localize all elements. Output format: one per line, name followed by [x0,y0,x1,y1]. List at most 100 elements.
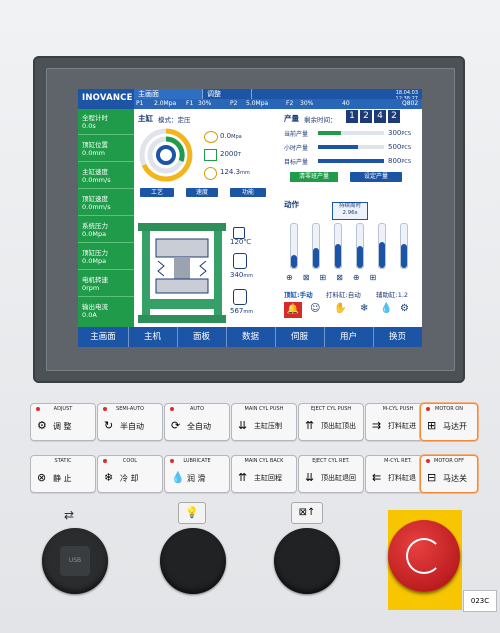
p2-label: P2 [230,100,238,107]
p1-value: 2.0Mpa [154,100,177,107]
clear-shift-output-button[interactable]: 清零班产量 [290,172,338,182]
static-icon: ⊗ [37,471,47,484]
eject-cyl-push-icon: ⇈ [305,419,315,432]
oil-drop-icon: 💧 [171,471,185,484]
status-eject-speed: 顶缸速度 0.0mm/s [78,190,134,216]
current-output-bar-fill [318,131,342,135]
main-cyl-mode: 模式：定压 [158,116,191,124]
status-total-time: 全程计时 0.0s [78,109,134,135]
eject-mode-button[interactable] [274,528,340,594]
key-caption: SEMI-AUTO [116,406,144,412]
action-bar [334,223,342,269]
nav-servo[interactable]: 伺服 [275,327,325,347]
gear-icon: ⚙ [37,419,47,432]
nav-data[interactable]: 数据 [226,327,276,347]
motor-off-icon: ⊟ [427,471,437,484]
status-main-speed: 主缸速度 0.0mm/s [78,163,134,189]
semi-auto-key[interactable]: SEMI-AUTO ↻ 半自动 [97,403,163,441]
action-bar [290,223,298,269]
gauge-pressure: 0.0Mpa [220,132,242,140]
key-label: 润 滑 [187,474,206,483]
tab-main-screen[interactable]: 主画面 [134,89,203,99]
oil-drop-status-icon[interactable]: 💧 [380,303,392,314]
alarm-bell-icon[interactable]: 🔔 [284,302,302,318]
target-output-bar [318,159,384,163]
nav-main-screen[interactable]: 主画面 [78,327,129,347]
action-bar-fill [357,246,363,268]
nav-next-page[interactable]: 换页 [373,327,422,347]
action-bar-fill [335,243,341,268]
action-bar-fill [313,248,319,268]
position-icon [204,167,217,180]
static-key[interactable]: STATIC ⊗ 静 止 [30,455,96,493]
key-caption: MAIN CYL BACK [244,458,284,464]
process-button[interactable]: 工艺 [140,188,174,197]
hand-icon[interactable]: ✋ [334,303,346,314]
eject-cyl-push-key[interactable]: EJECT CYL PUSH ⇈ 顶出缸顶出 [298,403,364,441]
key-caption: AUTO [189,406,205,412]
gauge-rings-icon [139,128,193,182]
function-button[interactable]: 功能 [230,188,266,197]
key-label: 马达关 [443,474,467,483]
digit-3: 4 [374,110,386,123]
main-cyl-push-key[interactable]: MAIN CYL PUSH ⇊ 主缸压制 [231,403,297,441]
auto-cycle-icon: ⟳ [171,419,181,432]
main-cyl-title: 主缸 [138,114,153,123]
key-label: 全自动 [187,422,211,431]
parameter-row: P1 2.0Mpa F1 30% P2 5.0Mpa F2 30% 40 Q80… [134,99,422,109]
tab-label: 调整 [207,90,221,98]
key-caption: LUBRICATE [183,458,211,464]
key-label: 半自动 [120,422,144,431]
f2-label: F2 [286,100,294,107]
main-cyl-back-key[interactable]: MAIN CYL BACK ⇈ 主缸回程 [231,455,297,493]
production-title: 产量 [284,114,299,123]
action-icons-row: ⊕⊠⊞⊠⊕⊞ [286,273,387,282]
motor-on-key[interactable]: MOTOR ON ⊞ 马达开 [420,403,478,441]
snowflake-status-icon[interactable]: ❄ [360,303,368,314]
nav-host[interactable]: 主机 [128,327,178,347]
motor-off-key[interactable]: MOTOR OFF ⊟ 马达关 [420,455,478,493]
speed-button[interactable]: 速度 [186,188,218,197]
auto-key[interactable]: AUTO ⟳ 全自动 [164,403,230,441]
position-a: 340mm [230,271,254,279]
semi-auto-icon: ↻ [104,419,114,432]
bottom-nav: 主画面 主机 面板 数据 伺服 用户 换页 [78,327,422,347]
snowflake-icon: ❄ [104,471,114,484]
nav-user[interactable]: 用户 [324,327,374,347]
usb-port[interactable]: USB [42,528,108,594]
eject-cyl-return-key[interactable]: EJECT CYL RET. ⇊ 顶出缸退回 [298,455,364,493]
robot-arm-icon [233,253,247,269]
rotate-arrow-icon [406,538,442,574]
p2-value: 5.0Mpa [246,100,269,107]
tab-label: 主画面 [138,90,159,98]
tab-adjust[interactable]: 调整 [203,89,252,99]
current-output-value: 300PCS [388,129,412,137]
gauge-position: 124.3mm [220,168,250,176]
set-output-button[interactable]: 设定产量 [350,172,402,182]
current-output-bar [318,131,384,135]
action-title: 动作 [284,200,299,209]
status-cycle: 打料缸:自动 [326,291,361,299]
status-top-cyl: 顶缸:手动 [284,291,313,299]
lubricate-key[interactable]: LUBRICATE 💧 润 滑 [164,455,230,493]
cool-key[interactable]: COOL ❄ 冷 却 [97,455,163,493]
status-system-pressure: 系统压力 0.0Mpa [78,217,134,243]
key-label: 打料缸进 [388,422,416,430]
action-bar [312,223,320,269]
key-label: 马达开 [443,422,467,431]
light-button[interactable] [160,528,226,594]
user-icon[interactable]: ☺ [310,303,320,314]
key-caption: STATIC [54,458,72,464]
brand-logo: INOVANCE [82,93,133,103]
model-label: 023C [463,590,497,612]
count-value: 40 [342,100,350,107]
key-caption: COOL [122,458,138,464]
emergency-stop-button[interactable] [388,520,460,592]
action-bar [400,223,408,269]
nav-panel[interactable]: 面板 [177,327,227,347]
adjust-key[interactable]: ADJUST ⚙ 调 整 [30,403,96,441]
main-cyl-back-icon: ⇈ [238,471,248,484]
remaining-time-label: 剩余时间： [304,116,337,124]
status-eject-position: 顶缸位置 0.0mm [78,136,134,162]
motor-status-icon[interactable]: ⚙ [400,303,409,314]
